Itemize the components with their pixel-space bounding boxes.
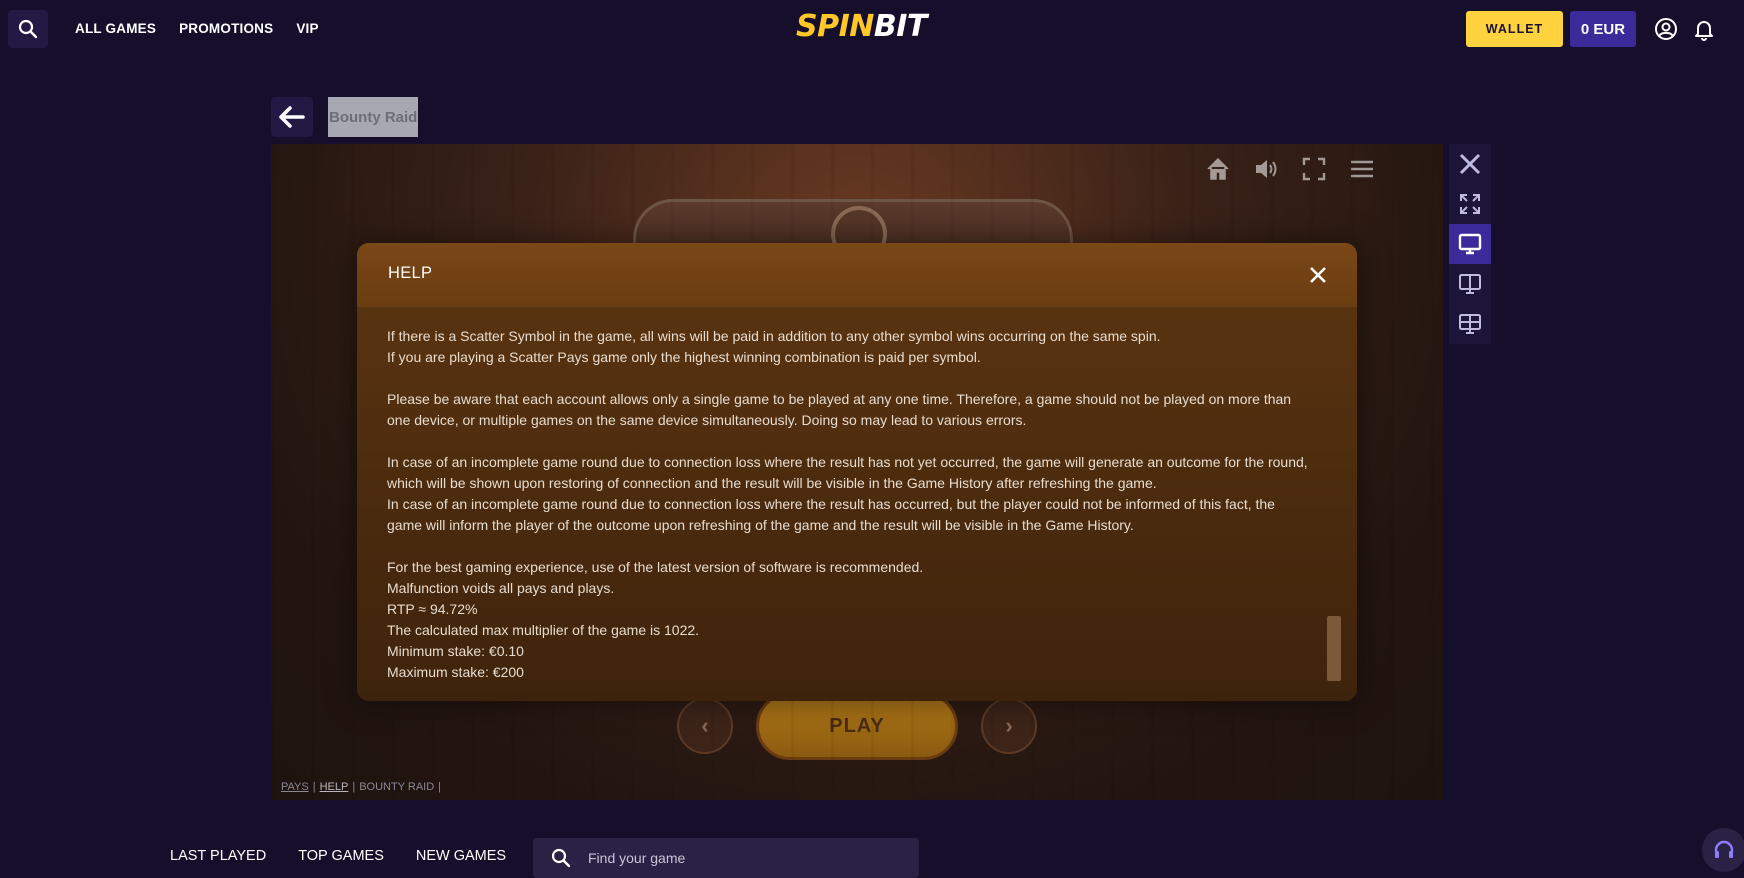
help-line: RTP ≈ 94.72% [387,601,478,617]
arrow-left-icon [279,106,305,128]
menu-icon[interactable] [1349,156,1375,182]
help-paragraph: Please be aware that each account allows… [387,389,1312,431]
tab-new-games[interactable]: NEW GAMES [416,848,506,864]
close-icon[interactable] [1307,264,1329,286]
support-button[interactable] [1702,828,1744,872]
tab-last-played[interactable]: LAST PLAYED [170,848,266,864]
search-icon [18,19,38,39]
grid-screen-icon [1459,314,1481,334]
help-line: The calculated max multiplier of the gam… [387,622,700,638]
logo-bit-text: BIT [873,9,928,44]
wallet-button[interactable]: WALLET [1466,11,1563,47]
help-paragraph: For the best gaming experience, use of t… [387,557,1312,683]
help-line: Malfunction voids all pays and plays. [387,580,615,596]
fullscreen-icon[interactable] [1301,156,1327,182]
help-paragraph: In case of an incomplete game round due … [387,452,1312,536]
help-line: In case of an incomplete game round due … [387,454,1308,491]
help-line: Please be aware that each account allows… [387,391,1292,428]
search-button[interactable] [8,10,48,48]
help-line: If you are playing a Scatter Pays game o… [387,349,981,365]
game-title: Bounty Raid [328,97,419,137]
help-modal-body: If there is a Scatter Symbol in the game… [387,326,1312,683]
nav-promotions[interactable]: PROMOTIONS [179,21,273,36]
monitor-icon [1458,233,1482,255]
search-icon [551,848,571,868]
user-profile-icon[interactable] [1654,17,1678,41]
link-separator: | [438,781,442,793]
link-bounty-raid[interactable]: BOUNTY RAID [359,781,434,793]
link-separator: | [312,781,316,793]
quad-view-button[interactable] [1449,304,1491,344]
split-screen-icon [1459,274,1481,294]
nav-vip[interactable]: VIP [296,21,318,36]
notification-bell-icon[interactable] [1692,17,1716,41]
side-toolbar [1449,144,1491,344]
game-links: PAYS | HELP | BOUNTY RAID | [281,781,441,793]
help-modal: HELP If there is a Scatter Symbol in the… [357,243,1357,701]
single-view-button[interactable] [1449,224,1491,264]
sound-icon[interactable] [1253,156,1279,182]
logo-spin-text: SPIN [796,9,874,44]
help-modal-title: HELP [388,264,433,282]
chevron-left-icon[interactable]: ‹ [677,698,733,754]
main-nav: ALL GAMES PROMOTIONS VIP [75,0,319,57]
nav-all-games[interactable]: ALL GAMES [75,21,156,36]
tab-top-games[interactable]: TOP GAMES [298,848,384,864]
link-separator: | [352,781,356,793]
help-modal-header: HELP [357,243,1357,307]
expand-button[interactable] [1449,184,1491,224]
help-line: Minimum stake: €0.10 [387,643,524,659]
game-search-input[interactable] [588,838,908,878]
game-search-box [533,838,919,878]
help-line: If there is a Scatter Symbol in the game… [387,328,1161,344]
close-icon [1459,153,1481,175]
split-view-button[interactable] [1449,264,1491,304]
balance-button[interactable]: 0 EUR [1570,11,1636,47]
help-line: Maximum stake: €200 [387,664,524,680]
help-line: For the best gaming experience, use of t… [387,559,924,575]
top-bar: ALL GAMES PROMOTIONS VIP SPIN BIT WALLET … [0,0,1744,57]
play-button[interactable]: PLAY [756,692,958,760]
close-game-button[interactable] [1449,144,1491,184]
link-help[interactable]: HELP [320,781,349,793]
game-category-tabs: LAST PLAYED TOP GAMES NEW GAMES [170,848,506,864]
help-modal-scrollbar[interactable] [1327,616,1341,681]
spinbit-logo[interactable]: SPIN BIT [796,10,927,44]
back-button[interactable] [271,97,313,137]
help-line: In case of an incomplete game round due … [387,496,1275,533]
headset-icon [1714,840,1734,858]
link-pays[interactable]: PAYS [281,781,309,793]
expand-icon [1460,194,1480,214]
home-icon[interactable] [1205,156,1231,182]
help-paragraph: If there is a Scatter Symbol in the game… [387,326,1312,368]
chevron-right-icon[interactable]: › [981,698,1037,754]
